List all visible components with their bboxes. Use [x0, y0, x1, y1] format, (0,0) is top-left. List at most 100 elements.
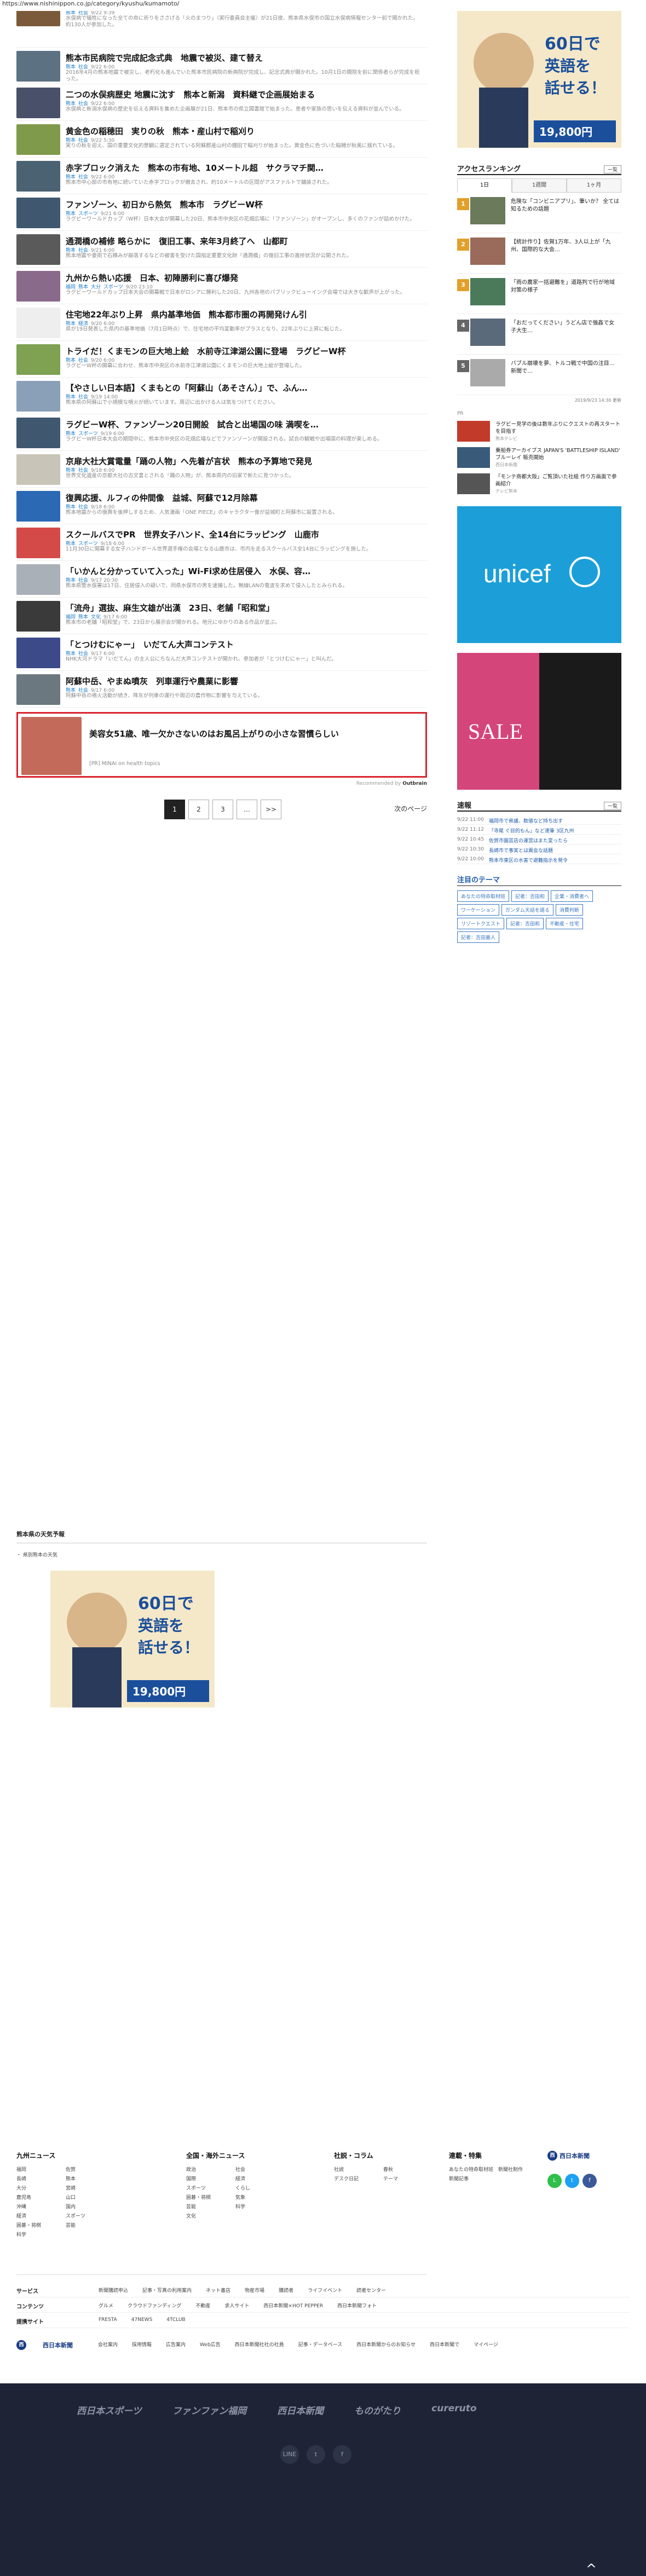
article-title[interactable]: 通潤橋の補修 略らかに 復旧工事、来年3月終了へ 山都町 [66, 235, 422, 247]
tab-1day[interactable]: 1日 [457, 178, 512, 193]
ranking-item[interactable]: 1 危険な「コンビニアプリ」、筆いか？ 全ては知るための話題 [457, 193, 621, 233]
bottom-ad-banner[interactable]: 60日で 英語を 話せる！ 19,800円 [50, 1571, 215, 1707]
footer-link[interactable]: テーマ [383, 2175, 432, 2182]
footer-brand-logo[interactable]: cureruto [431, 2403, 476, 2417]
article-item[interactable]: 赤字ブロック消えた 熊本の市有地、10メートル超 サクラマチ関… 熊本 社会 9/22… [16, 158, 427, 194]
article-item[interactable]: 復興応援、ルフィの仲間像 益城、阿蘇で12月除幕 熊本 社会 9/18 6:00 熊本地… [16, 488, 427, 524]
footer-twitter-icon[interactable]: t [307, 2445, 325, 2464]
article-title[interactable]: スクールバスでPR 世界女子ハンド、全14台にラッピング 山鹿市 [66, 529, 422, 540]
article-title[interactable]: 熊本市民病院で完成記念式典 地震で被災、建て替え [66, 52, 422, 63]
footer-link[interactable]: スポーツ [186, 2184, 235, 2191]
twitter-icon[interactable]: t [565, 2174, 579, 2188]
ranking-item[interactable]: 4 「おだってください」うどん店で強姦で女子大生… [457, 314, 621, 355]
tab-1month[interactable]: 1ヶ月 [567, 178, 621, 193]
footer-link[interactable]: 佐賀 [66, 2166, 115, 2173]
article-title[interactable]: 阿蘇中岳、やまぬ噴灰 列車運行や農業に影響 [66, 675, 422, 687]
footer-bottom-link[interactable]: 西日本新聞社社の社員 [235, 2342, 284, 2348]
pr-thumbnail[interactable] [457, 421, 490, 442]
article-item[interactable]: 【やさしい日本語】くまもとの「阿蘇山（あそさん）」で、ふん… 熊本 社会 9/19 1… [16, 378, 427, 414]
ranking-title[interactable]: 「雨の農家一括避難を」道路判で行が地域対策の様子 [511, 279, 619, 303]
quick-news-title[interactable]: 佐賀市園芸店の運営はまた変ったら [489, 837, 620, 844]
article-title[interactable]: 九州から熱い応援 日本、初陣勝利に喜び爆発 [66, 272, 422, 283]
footer-link[interactable]: 宮崎 [66, 2184, 115, 2191]
article-item[interactable]: 京扉大社大賞電量「踊の人物」へ先着が言状 熊本の予算地で発見 熊本 社会 9/18 6… [16, 451, 427, 488]
article-title[interactable]: 「流舟」選抜、麻生文雄が出漢 23日、老舗「昭和堂」 [66, 602, 422, 613]
theme-tag[interactable]: ワーケーション [457, 904, 499, 916]
footer-link[interactable]: 科学 [235, 2203, 285, 2210]
footer-link[interactable]: 鹿児島 [16, 2193, 66, 2201]
ranking-thumbnail[interactable] [470, 238, 505, 265]
theme-tag[interactable]: 不動産・住宅 [546, 918, 584, 929]
article-thumbnail[interactable] [16, 308, 60, 338]
article-title[interactable]: 二つの水俣病歴史 地震に沈す 熊本と新潟 資料継で企画展始まる [66, 89, 422, 100]
ranking-item[interactable]: 5 バブル崩壊を夢、トルコ戦で中国の注目…新聞で… [457, 355, 621, 395]
footer-service-link[interactable]: 不動産 [195, 2303, 210, 2309]
ranking-item[interactable]: 2 【統計作り】佐賀1万年、3人以上が「九州、国際的な大会… [457, 233, 621, 274]
pr-item[interactable]: 乗船券アーカイブス JAPAN'S 'BATTLESHIP ISLAND' ブル… [457, 446, 621, 469]
quick-news-more-link[interactable]: 一覧 [603, 802, 621, 810]
theme-tag[interactable]: 消費判断 [555, 904, 583, 916]
quick-news-title[interactable]: 長崎市で事実とは異会な話題 [489, 847, 620, 854]
footer-link[interactable]: 社説 [334, 2166, 383, 2173]
article-thumbnail[interactable] [16, 11, 60, 26]
quick-news-item[interactable]: 9/22 10:00 熊本市東区の水害で避難指示を発令 [457, 854, 621, 864]
theme-tag[interactable]: 記者：吉田和 [506, 918, 544, 929]
sale-banner[interactable]: SALE [457, 653, 621, 790]
footer-service-link[interactable]: 4TCLUB [166, 2317, 185, 2323]
footer-link[interactable]: スポーツ [66, 2212, 115, 2219]
article-item[interactable]: 熊本市民病院で完成記念式典 地震で被災、建て替え 熊本 社会 9/22 6:00 201… [16, 48, 427, 84]
footer-brand-logo[interactable]: ものがたり [354, 2403, 401, 2417]
page-button[interactable]: 1 [164, 800, 185, 819]
quick-news-title[interactable]: 「寺尾 ぐ目的もん」など速筆 3区九州 [489, 827, 620, 834]
article-title[interactable]: トライだ！くまモンの巨大地上絵 水前寺江津湖公園に登場 ラグビーW杯 [66, 345, 422, 357]
footer-service-link[interactable]: 購読者 [279, 2288, 293, 2294]
footer-link[interactable]: デスク日記 [334, 2175, 383, 2182]
footer-service-link[interactable]: 記事・写真の利用案内 [142, 2288, 192, 2294]
footer-link[interactable]: 囲碁・将棋 [16, 2221, 66, 2228]
footer-service-link[interactable]: 求人サイト [224, 2303, 249, 2309]
footer-link[interactable]: 経済 [235, 2175, 285, 2182]
theme-tag[interactable]: あなたの特命取材班 [457, 890, 510, 902]
article-thumbnail[interactable] [16, 491, 60, 522]
article-thumbnail[interactable] [16, 381, 60, 412]
pr-title[interactable]: ラグビー見学の後は数年ぶりにクエストの再スタートを目指す [495, 421, 620, 435]
footer-link[interactable]: 文化 [186, 2212, 235, 2219]
theme-tag[interactable]: ガンダム天話を語る [501, 904, 553, 916]
footer-bottom-link[interactable]: Web広告 [200, 2342, 221, 2348]
footer-service-link[interactable]: 新聞購読申込 [99, 2288, 128, 2294]
article-item[interactable]: 住宅地22年ぶり上昇 県内基準地価 熊本都市圏の再開発けん引 熊本 経済 9/20 6… [16, 304, 427, 341]
article-thumbnail[interactable] [16, 161, 60, 192]
footer-link[interactable]: 科学 [16, 2231, 66, 2238]
footer-service-link[interactable]: 西日本新聞×HOT PEPPER [263, 2303, 323, 2309]
footer-service-link[interactable]: 47NEWS [131, 2317, 152, 2323]
quick-news-item[interactable]: 9/22 10:30 長崎市で事実とは異会な話題 [457, 844, 621, 854]
article-title[interactable]: 住宅地22年ぶり上昇 県内基準地価 熊本都市圏の再開発けん引 [66, 309, 422, 320]
footer-link[interactable]: 気象 [235, 2193, 285, 2201]
article-title[interactable]: 【やさしい日本語】くまもとの「阿蘇山（あそさん）」で、ふん… [66, 382, 422, 393]
sponsored-article[interactable]: 美容女51歳、唯一欠かさないのはお風呂上がりの小さな習慣らしい [PR] MINA… [16, 712, 427, 778]
pr-thumbnail[interactable] [457, 447, 490, 468]
weather-sub-link[interactable]: ・ 県別熊本の天気 [16, 1551, 427, 1558]
article-title[interactable]: ファンゾーン、初日から熱気 熊本市 ラグビーW杯 [66, 199, 422, 210]
footer-bottom-link[interactable]: 西日本新聞で [430, 2342, 459, 2348]
footer-column-title[interactable]: 全国・海外ニュース [186, 2151, 285, 2160]
pr-thumbnail[interactable] [457, 473, 490, 494]
article-item[interactable]: スクールバスでPR 世界女子ハンド、全14台にラッピング 山鹿市 熊本 スポーツ 9/… [16, 524, 427, 561]
footer-service-link[interactable]: 物産市場 [245, 2288, 264, 2294]
footer-bottom-link[interactable]: 記事・データベース [298, 2342, 343, 2348]
sidebar-ad-banner[interactable]: 60日で 英語を 話せる！ 19,800円 [457, 11, 621, 148]
quick-news-item[interactable]: 9/22 10:45 佐賀市園芸店の運営はまた変ったら [457, 835, 621, 844]
footer-brand-logo[interactable]: 西日本スポーツ [77, 2403, 142, 2417]
footer-link[interactable]: 大分 [16, 2184, 66, 2191]
footer-link[interactable]: 経済 [16, 2212, 66, 2219]
footer-bottom-link[interactable]: マイページ [474, 2342, 498, 2348]
page-button[interactable]: >> [261, 800, 281, 819]
article-item[interactable]: 「とつけむにゃー」 いだてん大声コンテスト 熊本 社会 9/17 6:00 NHK大河ド… [16, 634, 427, 671]
article-thumbnail[interactable] [16, 344, 60, 375]
article-item[interactable]: 二つの水俣病歴史 地震に沈す 熊本と新潟 資料継で企画展始まる 熊本 社会 9/22 … [16, 84, 427, 121]
unicef-banner[interactable]: unicef [457, 506, 621, 643]
ranking-thumbnail[interactable] [470, 359, 505, 386]
footer-link[interactable]: 春秋 [383, 2166, 432, 2173]
footer-bottom-link[interactable]: 採用情報 [132, 2342, 152, 2348]
footer-facebook-icon[interactable]: f [333, 2445, 351, 2464]
